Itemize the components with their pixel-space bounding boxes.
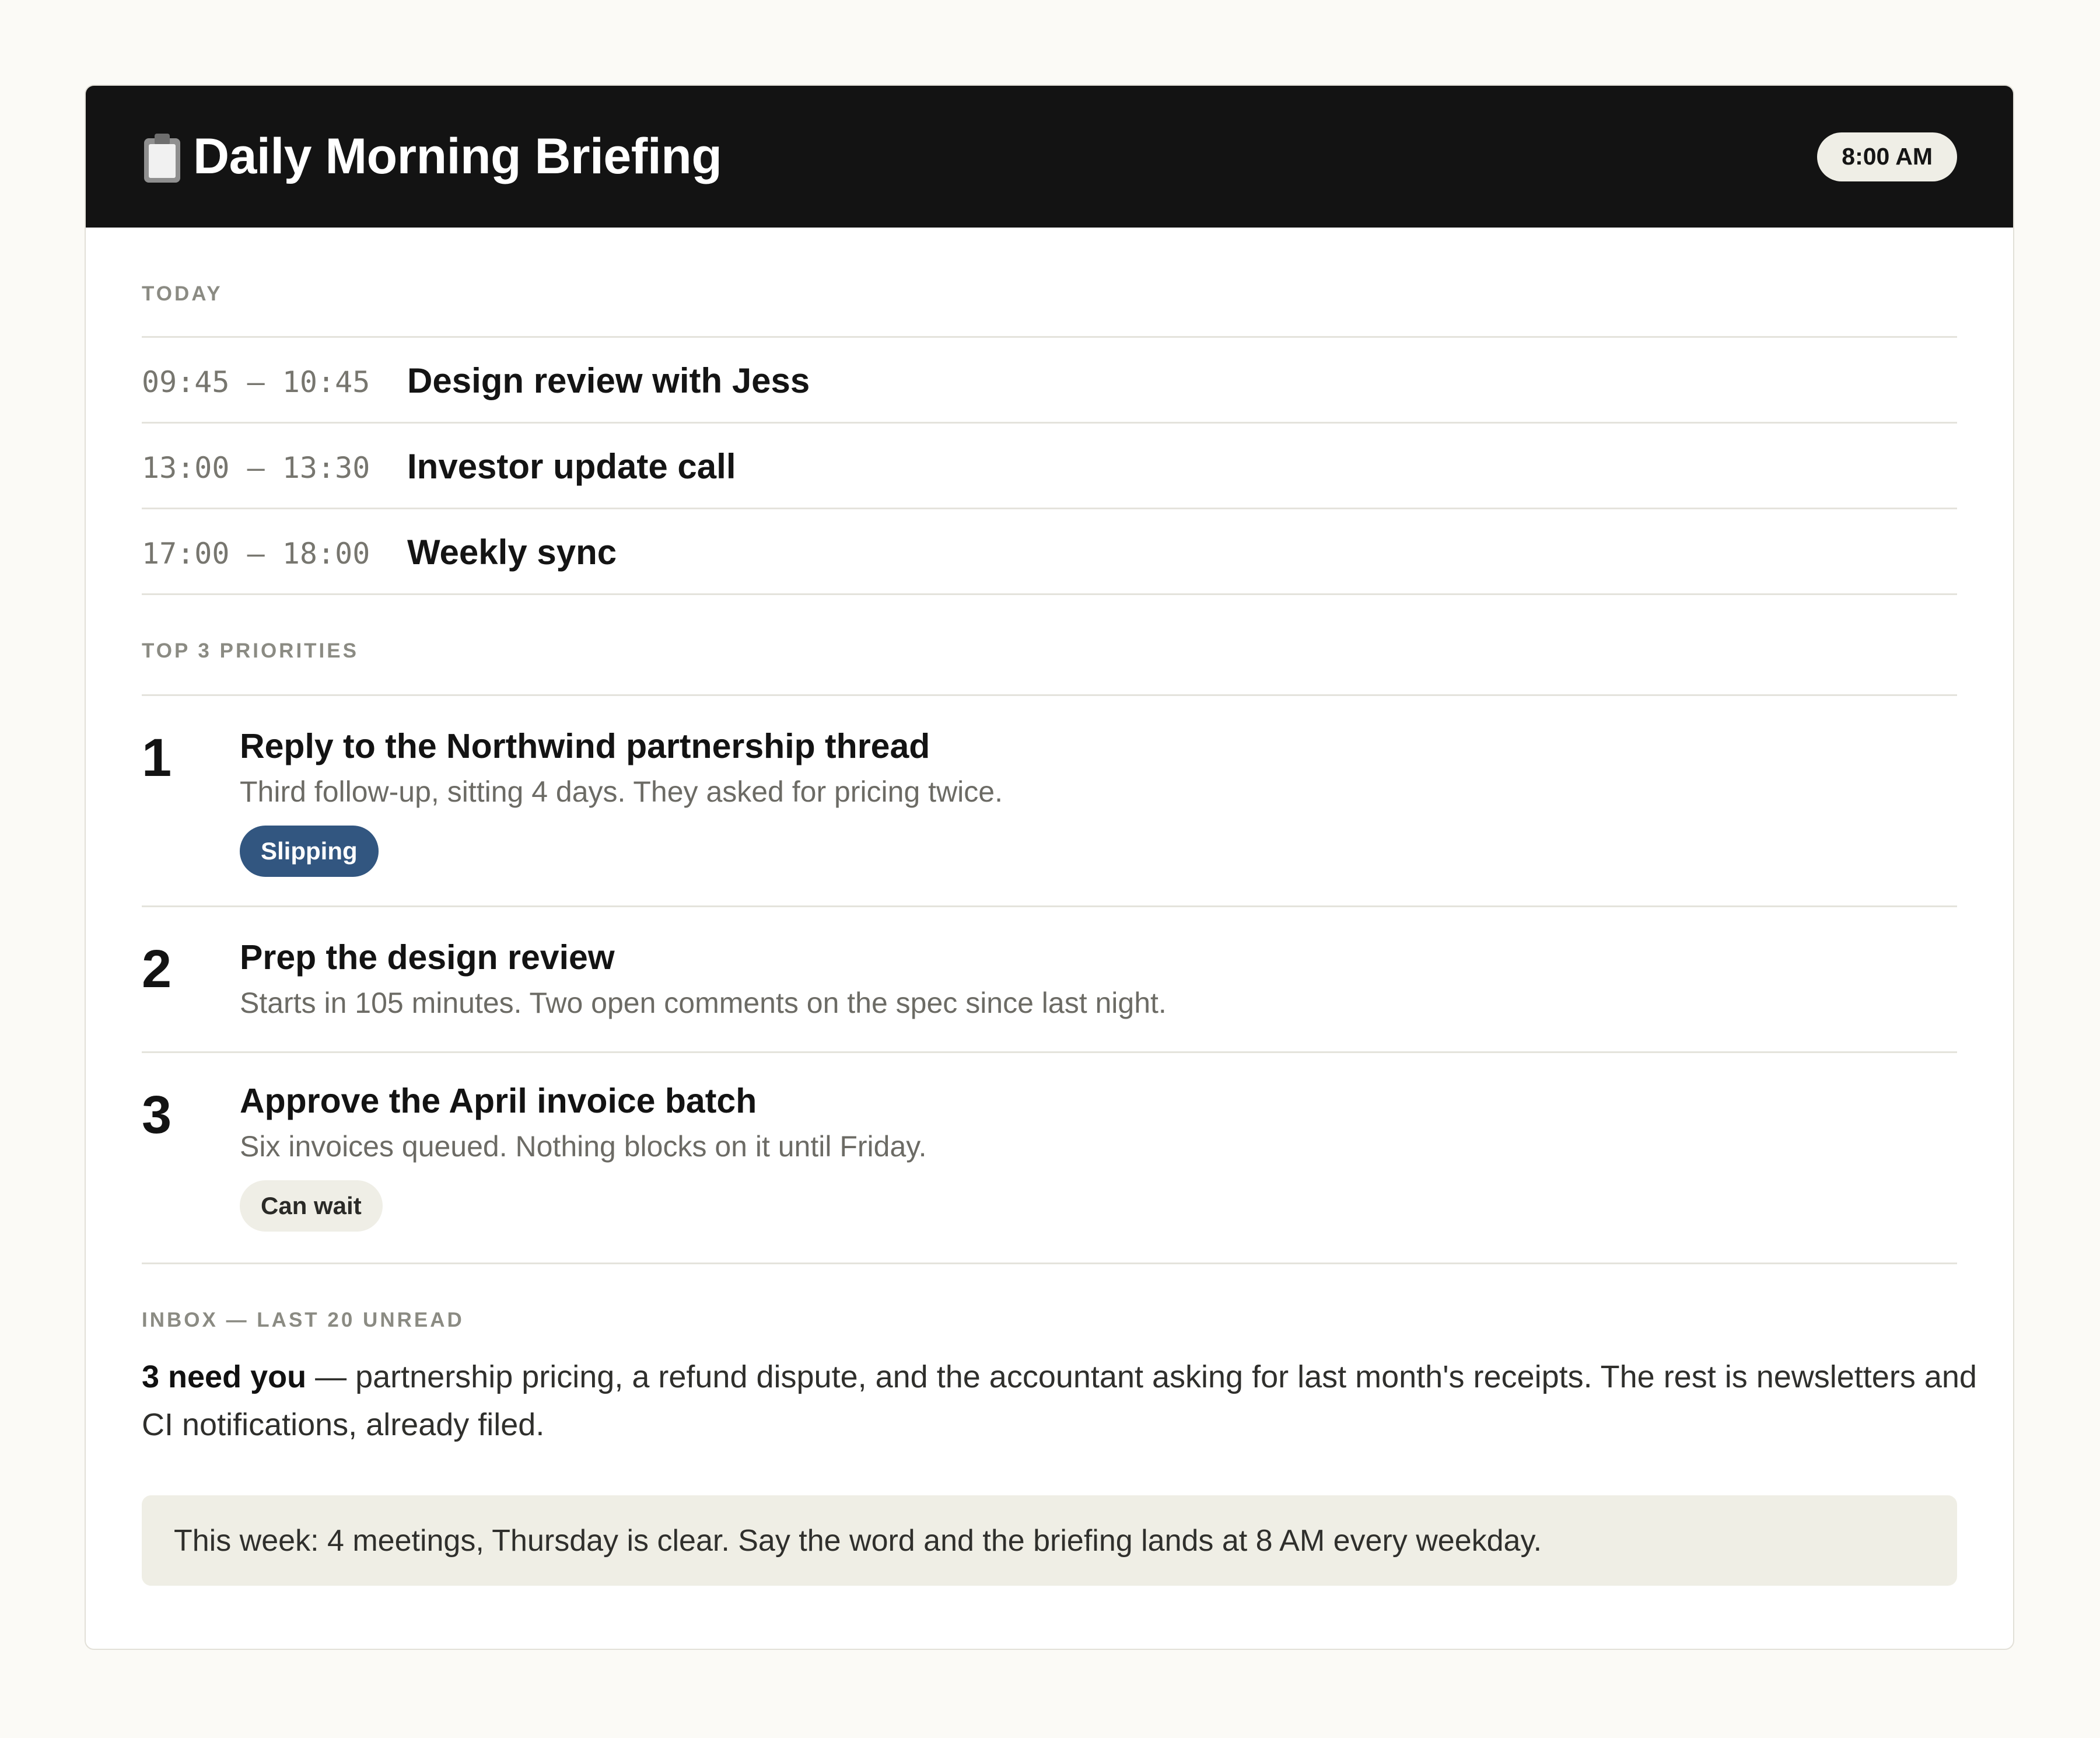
priority-description: Starts in 105 minutes. Two open comments… <box>240 987 1167 1019</box>
priority-description: Third follow-up, sitting 4 days. They as… <box>240 775 1003 808</box>
priority-body: Prep the design review Starts in 105 min… <box>240 936 1957 1051</box>
title-wrap: Daily Morning Briefing <box>142 128 722 186</box>
priority-title: Reply to the Northwind partnership threa… <box>240 727 930 765</box>
inbox-section-label: INBOX — LAST 20 UNREAD <box>142 1309 464 1331</box>
priority-number: 3 <box>142 1085 172 1145</box>
event-title: Investor update call <box>407 446 736 486</box>
priority-number: 2 <box>142 939 172 999</box>
priority-body: Approve the April invoice batch Six invo… <box>240 1080 1957 1263</box>
priority-number: 1 <box>142 728 172 788</box>
inbox-summary-text: — partnership pricing, a refund dispute,… <box>142 1359 1977 1442</box>
event-row[interactable]: 09:45 — 10:45 Design review with Jess <box>142 338 1957 424</box>
briefing-card: Daily Morning Briefing 8:00 AM TODAY 09:… <box>85 85 2014 1650</box>
briefing-content: TODAY 09:45 — 10:45 Design review with J… <box>86 228 2013 1586</box>
event-title: Weekly sync <box>407 532 617 572</box>
priority-item[interactable]: 3 Approve the April invoice batch Six in… <box>142 1053 1957 1264</box>
priorities-section-label: TOP 3 PRIORITIES <box>142 639 359 662</box>
priority-item[interactable]: 2 Prep the design review Starts in 105 m… <box>142 907 1957 1053</box>
inbox-highlight: 3 need you <box>142 1359 307 1394</box>
page-title: Daily Morning Briefing <box>193 128 722 184</box>
event-row[interactable]: 17:00 — 18:00 Weekly sync <box>142 509 1957 595</box>
priority-title: Approve the April invoice batch <box>240 1082 757 1120</box>
briefing-header: Daily Morning Briefing 8:00 AM <box>86 86 2013 228</box>
event-title: Design review with Jess <box>407 361 810 400</box>
time-badge: 8:00 AM <box>1817 132 1957 181</box>
priority-body: Reply to the Northwind partnership threa… <box>240 725 1957 905</box>
today-section-label: TODAY <box>142 282 223 305</box>
event-row[interactable]: 13:00 — 13:30 Investor update call <box>142 424 1957 509</box>
status-badge-slipping: Slipping <box>240 826 379 877</box>
inbox-summary: 3 need you — partnership pricing, a refu… <box>142 1353 1985 1449</box>
priority-item[interactable]: 1 Reply to the Northwind partnership thr… <box>142 696 1957 907</box>
weekly-note: This week: 4 meetings, Thursday is clear… <box>142 1495 1957 1586</box>
status-badge-can-wait: Can wait <box>240 1180 383 1232</box>
event-time: 17:00 — 18:00 <box>142 537 370 571</box>
priority-title: Prep the design review <box>240 938 615 977</box>
priority-description: Six invoices queued. Nothing blocks on i… <box>240 1130 927 1163</box>
event-time: 13:00 — 13:30 <box>142 451 370 485</box>
clipboard-icon <box>142 133 183 183</box>
event-time: 09:45 — 10:45 <box>142 365 370 399</box>
